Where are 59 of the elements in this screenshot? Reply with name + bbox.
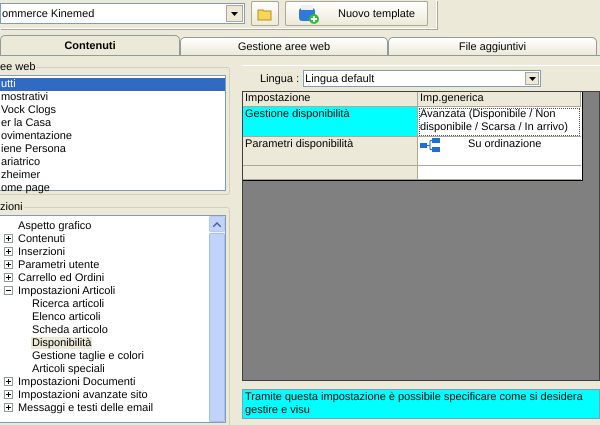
expand-icon[interactable] xyxy=(4,273,13,282)
expand-icon[interactable] xyxy=(4,403,13,412)
language-combo[interactable]: Lingua default xyxy=(303,70,542,87)
caret-icon xyxy=(231,12,238,16)
tree-item[interactable]: Messaggi e testi delle email xyxy=(17,402,154,414)
dropdown-button[interactable] xyxy=(226,5,243,22)
group-title: ee web xyxy=(0,61,36,73)
expand-icon[interactable] xyxy=(4,260,13,269)
setting-cell[interactable] xyxy=(243,166,418,180)
tab[interactable]: File aggiuntivi xyxy=(388,37,597,55)
caret-icon xyxy=(528,76,536,80)
column-header[interactable]: Imp.generica xyxy=(418,92,581,107)
list-item[interactable]: utti xyxy=(0,78,225,91)
expand-icon[interactable] xyxy=(4,390,13,399)
tab[interactable]: Contenuti xyxy=(0,35,180,55)
list-item[interactable]: Vock Clogs xyxy=(0,104,225,117)
tree-item[interactable]: Disponibilità xyxy=(31,336,92,348)
language-label: Lingua : xyxy=(260,72,300,84)
tree-item[interactable]: Ricerca articoli xyxy=(31,298,106,310)
folder-button[interactable] xyxy=(251,1,279,26)
template-add-icon xyxy=(298,4,320,24)
tree-item[interactable]: Parametri utente xyxy=(17,258,100,270)
value-cell[interactable]: Su ordinazione xyxy=(418,137,581,166)
list-item[interactable]: mostrativi xyxy=(0,91,225,104)
setting-cell[interactable]: Gestione disponibilità xyxy=(243,107,418,137)
list-item[interactable]: er la Casa xyxy=(0,117,225,130)
scroll-up-icon[interactable] xyxy=(209,216,225,232)
new-template-button[interactable]: Nuovo template xyxy=(285,1,428,26)
collapse-icon[interactable] xyxy=(4,286,13,295)
setting-cell[interactable]: Parametri disponibilità xyxy=(243,137,418,166)
group-title: zioni xyxy=(0,201,24,213)
section-tree[interactable] xyxy=(0,215,226,423)
tree-item[interactable]: Scheda articolo xyxy=(31,324,109,336)
column-header[interactable]: Impostazione xyxy=(243,92,418,107)
tree-item[interactable]: Impostazioni avanzate sito xyxy=(17,388,149,400)
dropdown-button[interactable] xyxy=(525,72,540,85)
folder-icon xyxy=(257,6,273,20)
hierarchy-icon xyxy=(420,138,440,152)
description-text: Tramite questa impostazione è possibile specificare come si desidera gestire e visu xyxy=(242,389,600,419)
tree-item[interactable]: Aspetto grafico xyxy=(17,220,92,232)
tree-item[interactable]: Contenuti xyxy=(17,232,66,244)
expand-icon[interactable] xyxy=(4,234,13,243)
list-item[interactable]: ovimentazione xyxy=(0,130,225,143)
value-cell[interactable]: Avanzata (Disponibile / Non disponibile / Scarsa / In arrivo) xyxy=(418,107,581,137)
list-item[interactable]: zheimer xyxy=(0,169,225,182)
template-combo[interactable]: ommerce Kinemed xyxy=(0,3,245,24)
tree-item[interactable]: Inserzioni xyxy=(17,246,66,258)
tree-item[interactable]: Elenco articoli xyxy=(31,310,102,322)
tree-item[interactable]: Articoli speciali xyxy=(31,362,106,374)
expand-icon[interactable] xyxy=(4,377,13,386)
tree-item[interactable]: Impostazioni Documenti xyxy=(17,376,136,388)
tree-item[interactable]: Impostazioni Articoli xyxy=(17,284,116,296)
list-item[interactable]: iene Persona xyxy=(0,143,225,156)
list-item[interactable]: ariatrico xyxy=(0,156,225,169)
area-list[interactable]: utti mostrativi Vock Clogs er la Casa ovimentazione iene Persona ariatrico zheimer ome page xyxy=(0,75,226,191)
tree-item[interactable]: Carrello ed Ordini xyxy=(17,272,106,284)
expand-icon[interactable] xyxy=(4,247,13,256)
tree-item[interactable]: Gestione taglie e colori xyxy=(31,350,145,362)
tab[interactable]: Gestione aree web xyxy=(180,37,388,55)
